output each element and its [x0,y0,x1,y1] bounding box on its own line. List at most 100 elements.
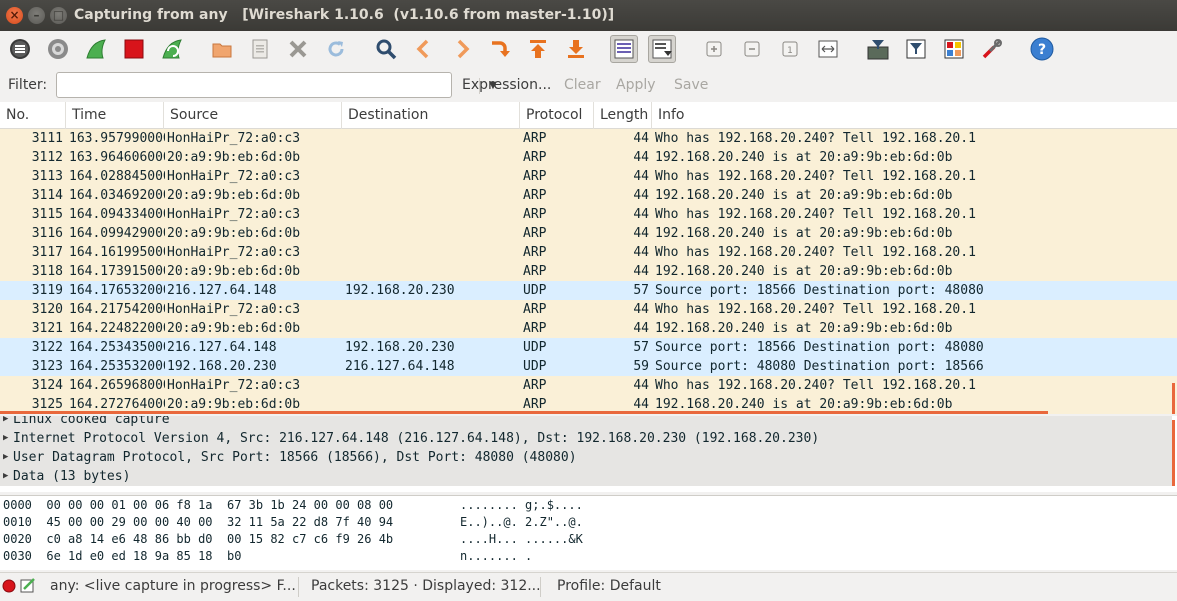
column-header-length[interactable]: Length [594,102,652,129]
column-header-destination[interactable]: Destination [342,102,520,129]
packet-details-pane[interactable]: ▶ Linux cooked capture ▶ Internet Protocol … [0,416,1177,492]
normal-size-button[interactable]: 1 [776,35,804,63]
packet-row[interactable]: 3124 164.265968000 HonHaiPr_72:a0:c3 ARP 44 W… [0,376,1177,395]
hex-bytes[interactable]: 6e 1d e0 ed 18 9a 85 18 b0 [46,549,241,563]
packet-row[interactable]: 3116 164.099429000 20:a9:9b:eb:6d:0b ARP 44 1… [0,224,1177,243]
close-file-button[interactable] [284,35,312,63]
help-button[interactable]: ? [1028,35,1056,63]
packet-row[interactable]: 3120 164.217542000 HonHaiPr_72:a0:c3 ARP 44 W… [0,300,1177,319]
save-filter-button[interactable]: Save [674,77,708,93]
packet-list-scroll-marker[interactable] [1172,383,1175,414]
packet-row[interactable]: 3114 164.034692000 20:a9:9b:eb:6d:0b ARP 44 1… [0,186,1177,205]
packet-cell-protocol: ARP [523,131,547,146]
packet-cell-length: 44 [633,245,649,260]
reload-button[interactable] [322,35,350,63]
column-header-protocol[interactable]: Protocol [520,102,594,129]
status-bar: any: <live capture in progress> F... Pac… [0,572,1177,601]
packet-row[interactable]: 3117 164.161995000 HonHaiPr_72:a0:c3 ARP 44 W… [0,243,1177,262]
go-back-button[interactable] [410,35,438,63]
status-separator [298,577,299,597]
column-header-info[interactable]: Info [652,102,1177,129]
go-last-button[interactable] [562,35,590,63]
column-header-no[interactable]: No. [0,102,66,129]
coloring-rules-button[interactable] [940,35,968,63]
restart-capture-button[interactable] [158,35,186,63]
hex-row: 0010 45 00 00 29 00 00 40 00 32 11 5a 22… [3,514,393,531]
hex-ascii[interactable]: ....H... ......&K [460,531,583,548]
expand-arrow-icon[interactable]: ▶ [3,467,8,486]
profile-status[interactable]: Profile: Default [557,578,661,594]
capture-options-button[interactable] [44,35,72,63]
capture-comment-icon[interactable] [20,578,36,594]
hex-ascii[interactable]: E..)..@. 2.Z"..@. [460,514,583,531]
packet-cell-source: 20:a9:9b:eb:6d:0b [167,226,301,241]
packet-cell-length: 44 [633,321,649,336]
expression-button[interactable]: Expression... [462,77,551,93]
packet-row[interactable]: 3118 164.173915000 20:a9:9b:eb:6d:0b ARP 44 1… [0,262,1177,281]
auto-scroll-button[interactable] [648,35,676,63]
open-file-button[interactable] [208,35,236,63]
go-first-button[interactable] [524,35,552,63]
go-forward-button[interactable] [448,35,476,63]
packet-cell-length: 44 [633,226,649,241]
packet-row[interactable]: 3122 164.253435000 216.127.64.148 192.168.2… [0,338,1177,357]
display-filter-input[interactable]: ▼ [56,72,497,98]
packet-row[interactable]: 3119 164.176532000 216.127.64.148 192.168.2… [0,281,1177,300]
zoom-out-button[interactable] [738,35,766,63]
details-tree-label: User Datagram Protocol, Src Port: 18566 … [13,450,577,465]
packet-cell-info: Who has 192.168.20.240? Tell 192.168.20.… [655,245,976,260]
packet-cell-info: Source port: 48080 Destination port: 185… [655,359,984,374]
hex-bytes[interactable]: 00 00 00 01 00 06 f8 1a 67 3b 1b 24 00 0… [46,498,393,512]
minimize-window-button[interactable]: – [28,7,45,24]
details-scroll-marker[interactable] [1172,420,1175,486]
details-tree-item[interactable]: ▶ Internet Protocol Version 4, Src: 216.1… [0,429,1172,448]
packet-cell-no: 3113 [31,169,63,184]
packet-cell-protocol: UDP [523,359,547,374]
packet-row[interactable]: 3123 164.253532000 192.168.20.230 216.127.6… [0,357,1177,376]
close-window-button[interactable]: × [6,7,23,24]
interfaces-button[interactable] [6,35,34,63]
maximize-window-button[interactable]: □ [50,7,67,24]
details-tree-item[interactable]: ▶ Linux cooked capture [0,416,1172,429]
hex-ascii[interactable]: n....... . [460,548,532,565]
packet-cell-source: 192.168.20.230 [167,359,277,374]
packet-cell-source: 20:a9:9b:eb:6d:0b [167,321,301,336]
packet-row[interactable]: 3111 163.957990000 HonHaiPr_72:a0:c3 ARP 44 W… [0,129,1177,148]
packet-row[interactable]: 3121 164.224822000 20:a9:9b:eb:6d:0b ARP 44 1… [0,319,1177,338]
resize-columns-button[interactable] [814,35,842,63]
hex-offset: 0030 [3,549,32,563]
start-capture-icon [86,39,106,59]
details-tree-item[interactable]: ▶ User Datagram Protocol, Src Port: 18566… [0,448,1172,467]
preferences-button[interactable] [978,35,1006,63]
packet-row[interactable]: 3115 164.094334000 HonHaiPr_72:a0:c3 ARP 44 W… [0,205,1177,224]
packet-cell-length: 44 [633,378,649,393]
packet-row[interactable]: 3113 164.028845000 HonHaiPr_72:a0:c3 ARP 44 W… [0,167,1177,186]
column-header-time[interactable]: Time [66,102,164,129]
start-capture-button[interactable] [82,35,110,63]
hex-offset: 0010 [3,515,32,529]
capture-filters-button[interactable] [864,35,892,63]
expand-arrow-icon[interactable]: ▶ [3,429,8,448]
go-to-packet-button[interactable] [486,35,514,63]
display-filters-button[interactable] [902,35,930,63]
packet-row[interactable]: 3112 163.964606000 20:a9:9b:eb:6d:0b ARP 44 1… [0,148,1177,167]
expand-arrow-icon[interactable]: ▶ [3,416,8,429]
save-file-button[interactable] [246,35,274,63]
zoom-in-button[interactable] [700,35,728,63]
expert-info-icon[interactable] [2,579,16,593]
colorize-packet-list-button[interactable] [610,35,638,63]
hex-ascii[interactable]: ........ g;.$.... [460,497,583,514]
hex-bytes[interactable]: 45 00 00 29 00 00 40 00 32 11 5a 22 d8 7… [46,515,393,529]
packet-cell-info: 192.168.20.240 is at 20:a9:9b:eb:6d:0b [655,188,953,203]
clear-filter-button[interactable]: Clear [564,77,601,93]
details-tree-item[interactable]: ▶ Data (13 bytes) [0,467,1172,486]
packet-list[interactable]: 3111 163.957990000 HonHaiPr_72:a0:c3 ARP 44 W… [0,129,1177,414]
column-header-source[interactable]: Source [164,102,342,129]
packet-bytes-pane[interactable]: 0000 00 00 00 01 00 06 f8 1a 67 3b 1b 24… [0,495,1177,570]
packet-cell-length: 44 [633,169,649,184]
stop-capture-button[interactable] [120,35,148,63]
expand-arrow-icon[interactable]: ▶ [3,448,8,467]
apply-filter-button[interactable]: Apply [616,77,656,93]
find-packet-button[interactable] [372,35,400,63]
hex-bytes[interactable]: c0 a8 14 e6 48 86 bb d0 00 15 82 c7 c6 f… [46,532,393,546]
